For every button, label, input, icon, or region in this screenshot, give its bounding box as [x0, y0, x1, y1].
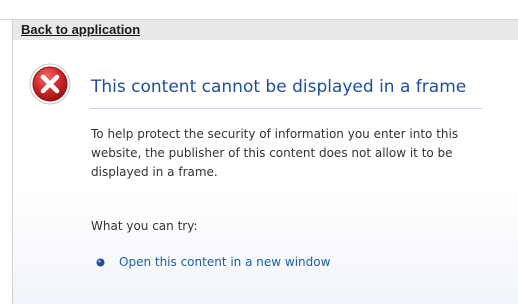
back-to-application-link[interactable]: Back to application — [21, 21, 140, 38]
error-x-icon — [29, 63, 71, 105]
error-panel: This content cannot be displayed in a fr… — [12, 40, 518, 304]
bullet-icon — [96, 258, 105, 267]
error-description: To help protect the security of informat… — [91, 127, 459, 179]
error-title: This content cannot be displayed in a fr… — [91, 77, 467, 97]
back-bar: Back to application — [12, 20, 518, 40]
top-strip — [0, 0, 518, 20]
open-in-new-window-link[interactable]: Open this content in a new window — [119, 253, 330, 271]
what-you-can-try-label: What you can try: — [91, 219, 198, 233]
page: Back to application This content cannot … — [0, 0, 518, 304]
title-divider — [90, 108, 482, 109]
